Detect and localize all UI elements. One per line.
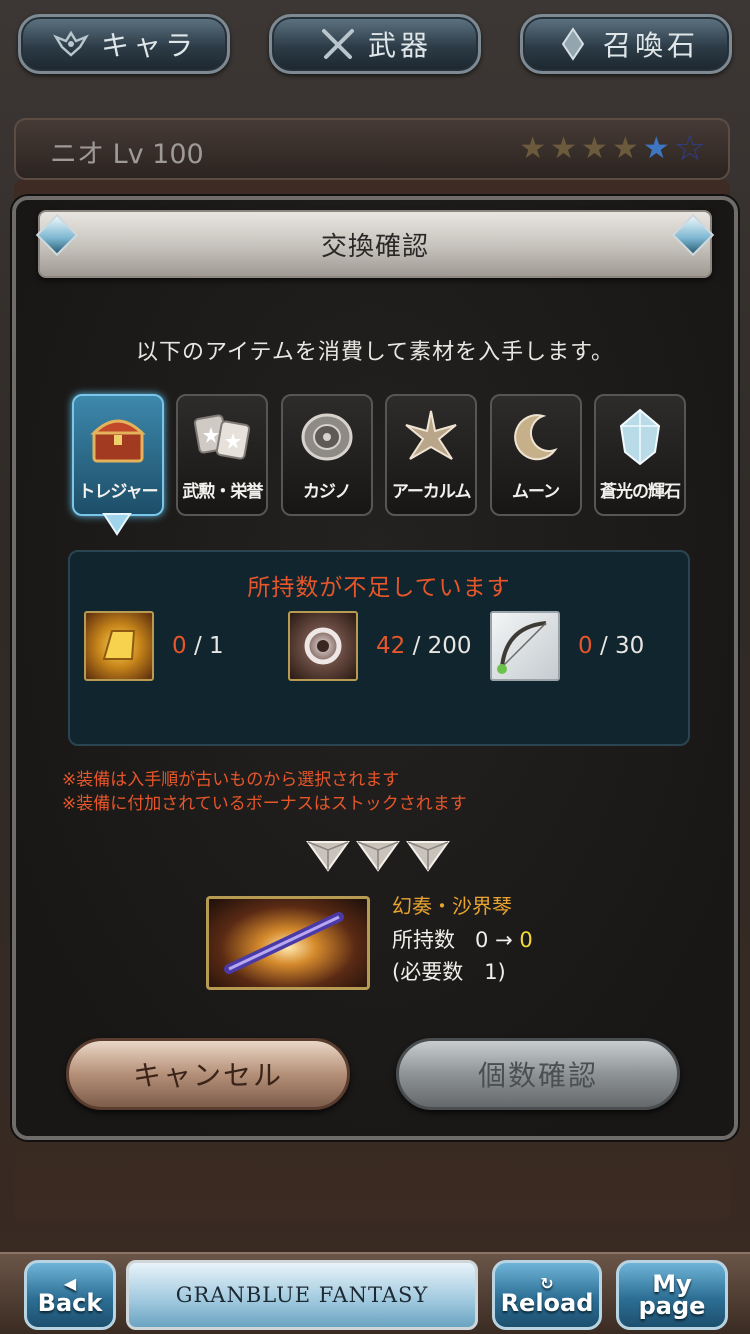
tab-character[interactable]: キャラ (18, 14, 230, 74)
category-label: アーカルム (391, 482, 472, 502)
treasure-chest-icon (85, 406, 151, 468)
category-honors[interactable]: 武勲・栄誉 (176, 394, 269, 516)
result-item-image (206, 896, 370, 990)
arcarum-star-icon (398, 406, 464, 468)
screen: キャラ 武器 召喚石 ニオ Lv 100 ★ ★ ★ ★ ★ ☆ 交換確認 以下… (0, 0, 750, 1334)
moon-icon (503, 406, 569, 468)
mypage-label-line2: page (638, 1292, 706, 1320)
star-icon: ★ (550, 131, 577, 166)
required-count: 42 / 200 (376, 633, 472, 659)
tab-summons-label: 召喚石 (602, 29, 699, 62)
shortage-title: 所持数が不足しています (247, 575, 511, 601)
quantity-confirm-button[interactable]: 個数確認 (396, 1038, 680, 1110)
category-label: 蒼光の輝石 (599, 482, 681, 502)
reload-button[interactable]: ↻ Reload (492, 1260, 602, 1330)
dialog-title-banner: 交換確認 (38, 210, 712, 278)
outline-star-icon: ☆ (673, 128, 706, 169)
dialog-title: 交換確認 (320, 231, 429, 262)
result-item-name: 幻奏・沙界琴 (392, 894, 512, 918)
tab-summons[interactable]: 召喚石 (520, 14, 732, 74)
category-blue-crystal[interactable]: 蒼光の輝石 (593, 394, 686, 516)
required-item: 42 / 200 (288, 610, 472, 682)
category-label: ムーン (511, 482, 560, 502)
diamond-icon (306, 841, 350, 872)
required-count: 0 / 30 (578, 633, 645, 659)
star-icon: ★ (519, 131, 547, 166)
bow-weapon-icon (490, 611, 560, 681)
rank-gems (306, 836, 450, 872)
diamond-icon (406, 841, 450, 872)
result-required-count: (必要数 1) (392, 960, 506, 984)
star-icon: ★ (611, 131, 639, 166)
note-line: ※装備に付加されているボーナスはストックされます (62, 794, 467, 814)
reload-label: Reload (500, 1289, 594, 1317)
tab-weapons-label: 武器 (367, 29, 432, 62)
notes: ※装備は入手順が古いものから選択されます ※装備に付加されているボーナスはストッ… (62, 768, 467, 816)
exchange-confirm-dialog: 交換確認 以下のアイテムを消費して素材を入手します。 トレジャー 武勲・栄誉 カ… (12, 196, 738, 1140)
medal-icon (189, 406, 255, 468)
blue-crystal-icon (607, 406, 673, 468)
ring-item-icon (288, 611, 358, 681)
required-count: 0 / 1 (172, 633, 224, 659)
mypage-button[interactable]: My page (616, 1260, 728, 1330)
tab-character-label: キャラ (100, 29, 197, 62)
category-label: 武勲・栄誉 (182, 482, 263, 502)
character-name-level: ニオ Lv 100 (50, 139, 204, 170)
category-moon[interactable]: ムーン (489, 394, 582, 516)
dialog-body: 交換確認 以下のアイテムを消費して素材を入手します。 トレジャー 武勲・栄誉 カ… (16, 200, 734, 1136)
uncap-stars: ★ ★ ★ ★ ★ ☆ (519, 128, 706, 169)
category-treasure[interactable]: トレジャー (72, 394, 164, 516)
shortage-panel: 所持数が不足しています 0 / 1 42 / 200 0 / 30 (68, 550, 690, 746)
back-label: Back (37, 1289, 103, 1317)
crossed-swords-icon (318, 27, 358, 61)
game-logo: GRANBLUE FANTASY (126, 1260, 478, 1330)
diamond-icon (356, 841, 400, 872)
required-item: 0 / 30 (490, 610, 644, 682)
category-casino[interactable]: カジノ (280, 394, 373, 516)
category-label: カジノ (302, 482, 352, 502)
category-label: トレジャー (78, 482, 158, 502)
note-line: ※装備は入手順が古いものから選択されます (62, 770, 400, 790)
blue-star-icon: ★ (642, 131, 670, 166)
category-arcarum[interactable]: アーカルム (385, 394, 478, 516)
character-bar: ニオ Lv 100 ★ ★ ★ ★ ★ ☆ (14, 118, 730, 180)
category-tabs: トレジャー 武勲・栄誉 カジノ アーカルム ムーン 蒼光の輝石 (72, 394, 686, 516)
casino-chip-icon (294, 406, 360, 468)
emblem-icon (51, 27, 91, 61)
selected-pointer-icon (102, 513, 132, 536)
result-owned-count: 所持数 0 → 0 (392, 928, 533, 952)
footer-bar: ◀ Back GRANBLUE FANTASY ↻ Reload My page (0, 1252, 750, 1334)
crystal-icon (553, 27, 593, 61)
tab-weapons[interactable]: 武器 (269, 14, 481, 74)
gold-bar-icon (84, 611, 154, 681)
dialog-description: 以下のアイテムを消費して素材を入手します。 (136, 340, 614, 365)
required-item: 0 / 1 (84, 610, 224, 682)
top-tab-bar: キャラ 武器 召喚石 (18, 14, 732, 76)
cancel-button[interactable]: キャンセル (66, 1038, 350, 1110)
back-button[interactable]: ◀ Back (24, 1260, 116, 1330)
star-icon: ★ (581, 131, 608, 166)
